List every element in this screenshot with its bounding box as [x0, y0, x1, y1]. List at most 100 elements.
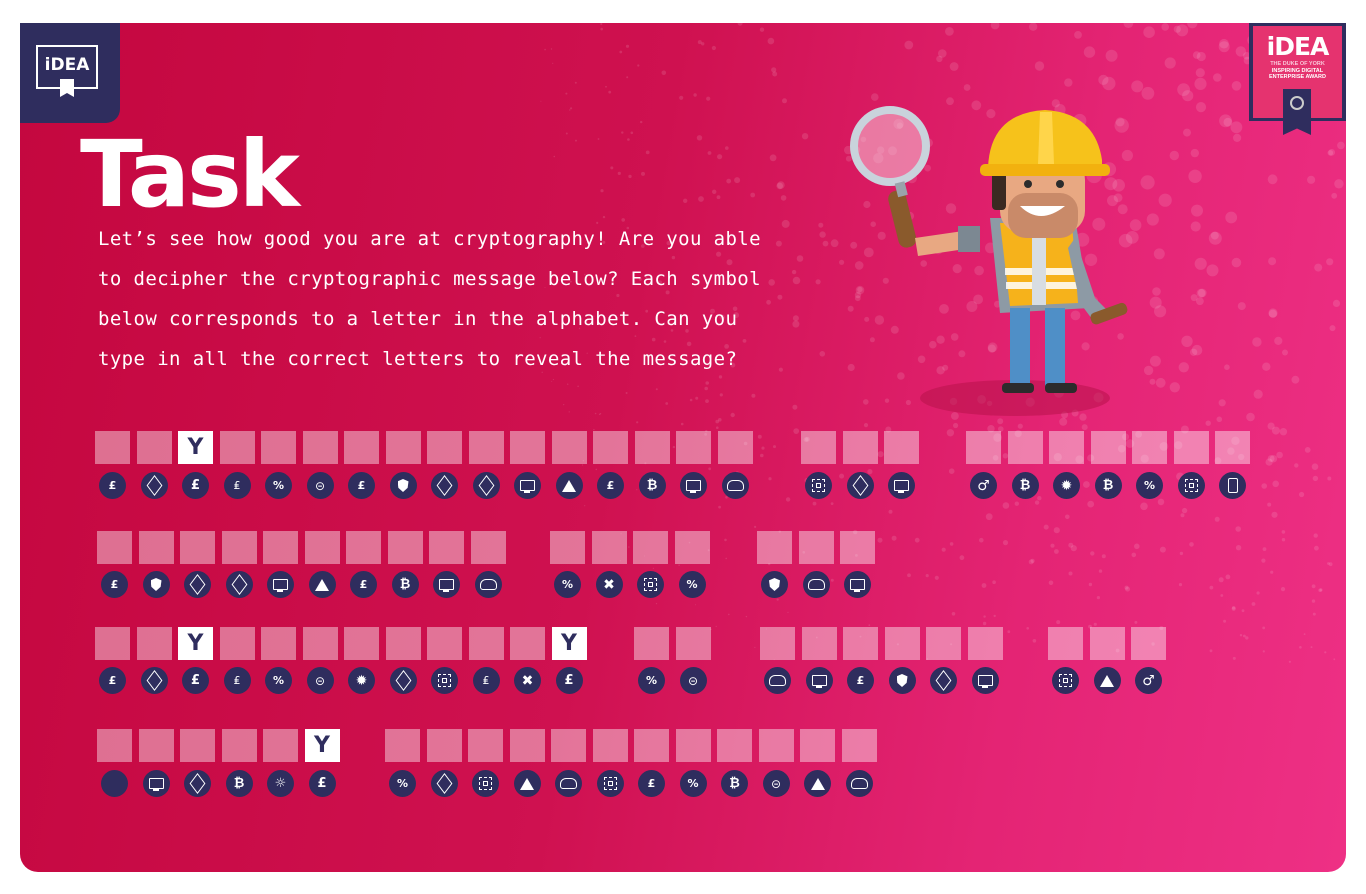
letter-input[interactable] — [1090, 431, 1126, 464]
letter-input[interactable] — [634, 729, 669, 762]
letter-input[interactable] — [510, 627, 545, 660]
letter-input[interactable] — [468, 627, 504, 660]
microchip-icon — [1052, 667, 1079, 694]
computer-screen-icon — [514, 472, 541, 499]
letter-input[interactable] — [178, 431, 213, 464]
letter-input[interactable] — [551, 729, 586, 762]
letter-input[interactable] — [344, 627, 379, 660]
letter-input[interactable] — [97, 729, 132, 762]
letter-input[interactable] — [757, 531, 792, 564]
piggy-bank-icon: ₤ — [223, 472, 251, 499]
letter-input[interactable] — [509, 729, 545, 762]
letter-input[interactable] — [221, 531, 257, 564]
bitcoin-icon: ₿ — [391, 571, 419, 598]
letter-input[interactable] — [221, 729, 257, 762]
letter-input[interactable] — [634, 431, 670, 464]
letter-input[interactable] — [884, 627, 920, 660]
letter-input[interactable] — [633, 531, 668, 564]
letter-input[interactable] — [551, 431, 587, 464]
letter-input[interactable] — [1049, 431, 1084, 464]
letter-input[interactable] — [593, 431, 628, 464]
letter-input[interactable] — [842, 431, 878, 464]
lock-circle-icon: ⊝ — [762, 770, 790, 797]
letter-input[interactable] — [717, 729, 752, 762]
letter-input[interactable] — [344, 431, 379, 464]
letter-input[interactable] — [926, 627, 961, 660]
letter-input[interactable] — [840, 531, 875, 564]
letter-input[interactable] — [427, 431, 462, 464]
letter-input[interactable] — [675, 729, 711, 762]
letter-input[interactable] — [801, 627, 837, 660]
letter-input[interactable] — [180, 531, 215, 564]
letter-input[interactable] — [675, 627, 711, 660]
letter-input[interactable] — [302, 627, 338, 660]
money-bag-icon: £ — [847, 667, 874, 694]
letter-input[interactable] — [304, 729, 340, 762]
letter-input[interactable] — [758, 729, 794, 762]
letter-input[interactable] — [674, 531, 710, 564]
letter-input[interactable] — [429, 531, 464, 564]
letter-input[interactable] — [843, 627, 878, 660]
letter-input[interactable] — [966, 431, 1001, 464]
letter-input[interactable] — [97, 531, 132, 564]
letter-input[interactable] — [427, 627, 462, 660]
letter-input[interactable] — [261, 627, 296, 660]
letter-input[interactable] — [1215, 431, 1250, 464]
letter-input[interactable] — [510, 431, 545, 464]
letter-input[interactable] — [136, 431, 172, 464]
cloud-lock-icon — [802, 571, 830, 598]
letter-input[interactable] — [180, 729, 215, 762]
letter-input[interactable] — [1132, 431, 1167, 464]
letter-input[interactable] — [95, 431, 130, 464]
percent-icon: % — [678, 571, 706, 598]
letter-input[interactable] — [261, 431, 296, 464]
letter-input[interactable] — [136, 627, 172, 660]
pound-coin-icon: £ — [182, 667, 209, 694]
letter-input[interactable] — [302, 431, 338, 464]
letter-input[interactable] — [385, 627, 421, 660]
computer-screen-icon — [888, 472, 915, 499]
letter-input[interactable] — [550, 531, 585, 564]
letter-input[interactable] — [676, 431, 711, 464]
letter-input[interactable] — [468, 431, 504, 464]
letter-input[interactable] — [1131, 627, 1166, 660]
letter-input[interactable] — [470, 531, 506, 564]
letter-input[interactable] — [1048, 627, 1083, 660]
letter-input[interactable] — [385, 729, 420, 762]
lock-circle-icon: ⊝ — [306, 472, 334, 499]
bitcoin-icon: ₿ — [1094, 472, 1122, 499]
letter-input[interactable] — [801, 431, 836, 464]
letter-input[interactable] — [304, 531, 340, 564]
letter-input[interactable] — [138, 531, 174, 564]
letter-input[interactable] — [468, 729, 503, 762]
bitcoin-icon: ₿ — [721, 770, 748, 797]
letter-input[interactable] — [800, 729, 835, 762]
letter-input[interactable] — [591, 531, 627, 564]
letter-input[interactable] — [138, 729, 174, 762]
letter-input[interactable] — [385, 431, 421, 464]
cryptography-task-panel: iDEA iDEA THE DUKE OF YORK INSPIRING DIG… — [20, 23, 1346, 872]
letter-input[interactable] — [178, 627, 213, 660]
letter-input[interactable] — [219, 627, 255, 660]
letter-input[interactable] — [426, 729, 462, 762]
letter-input[interactable] — [967, 627, 1003, 660]
letter-input[interactable] — [841, 729, 877, 762]
letter-input[interactable] — [1007, 431, 1043, 464]
money-bag-icon: £ — [101, 571, 128, 598]
letter-input[interactable] — [592, 729, 628, 762]
letter-input[interactable] — [717, 431, 753, 464]
percent-icon: % — [554, 571, 581, 598]
letter-input[interactable] — [263, 531, 298, 564]
letter-input[interactable] — [95, 627, 130, 660]
letter-input[interactable] — [219, 431, 255, 464]
letter-input[interactable] — [884, 431, 919, 464]
letter-input[interactable] — [798, 531, 834, 564]
letter-input[interactable] — [387, 531, 423, 564]
letter-input[interactable] — [346, 531, 381, 564]
letter-input[interactable] — [1173, 431, 1209, 464]
letter-input[interactable] — [263, 729, 298, 762]
letter-input[interactable] — [1089, 627, 1125, 660]
letter-input[interactable] — [760, 627, 795, 660]
letter-input[interactable] — [634, 627, 669, 660]
letter-input[interactable] — [551, 627, 587, 660]
